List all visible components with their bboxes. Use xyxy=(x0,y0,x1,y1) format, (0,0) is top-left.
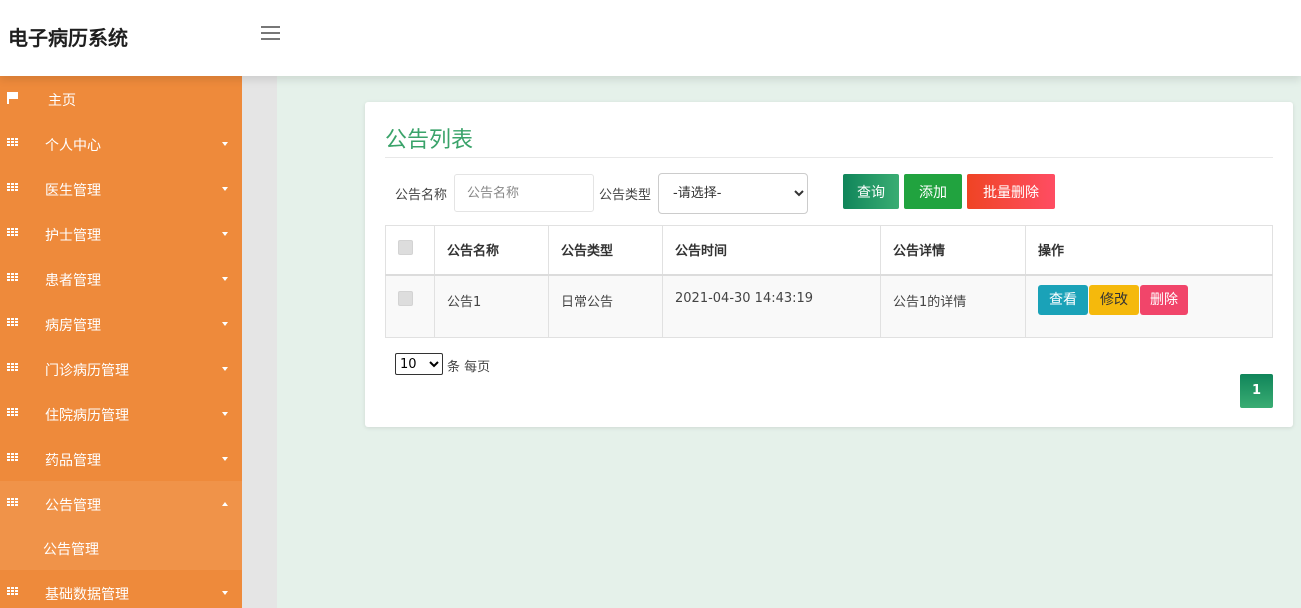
grid-icon xyxy=(7,183,19,193)
notice-type-select[interactable]: -请选择- xyxy=(658,173,808,214)
caret-down-icon xyxy=(222,142,228,146)
sidebar-subitem-notice-management[interactable]: 公告管理 xyxy=(0,526,242,570)
top-header: 电子病历系统 xyxy=(0,0,1301,76)
sidebar-item-label: 护士管理 xyxy=(45,228,101,244)
column-header[interactable]: 公告详情 xyxy=(880,225,1026,276)
select-all-checkbox[interactable] xyxy=(398,240,413,256)
caret-down-icon xyxy=(222,412,228,416)
sidebar-item-label: 门诊病历管理 xyxy=(45,363,129,379)
grid-icon xyxy=(7,408,19,418)
notice-time-cell: 2021-04-30 14:43:19 xyxy=(662,274,881,338)
table-row: 公告1 日常公告 2021-04-30 14:43:19 公告1的详情 查看 修改… xyxy=(385,274,1273,338)
sidebar-item-notice-management[interactable]: 公告管理 xyxy=(0,481,242,526)
notice-name-input[interactable] xyxy=(454,174,594,212)
column-header[interactable]: 公告名称 xyxy=(434,225,549,276)
add-button[interactable]: 添加 xyxy=(904,174,962,209)
sidebar-item-label: 公告管理 xyxy=(45,498,101,514)
grid-icon xyxy=(7,587,19,597)
column-header: 操作 xyxy=(1025,225,1273,276)
batch-delete-button[interactable]: 批量删除 xyxy=(967,174,1055,209)
hamburger-icon[interactable] xyxy=(261,26,281,42)
view-button[interactable]: 查看 xyxy=(1038,284,1088,315)
caret-down-icon xyxy=(222,277,228,281)
sidebar-item-label: 药品管理 xyxy=(45,453,101,469)
grid-icon xyxy=(7,318,19,328)
notice-name-cell: 公告1 xyxy=(434,274,549,338)
sidebar-item-label: 住院病历管理 xyxy=(45,408,129,424)
sidebar-item-personal-center[interactable]: 个人中心 xyxy=(0,121,242,166)
page-button-1[interactable]: 1 xyxy=(1240,374,1273,408)
sidebar-item-patient-management[interactable]: 患者管理 xyxy=(0,256,242,301)
sidebar-rail xyxy=(242,76,277,608)
caret-down-icon xyxy=(222,322,228,326)
sidebar-item-label: 医生管理 xyxy=(45,183,101,199)
grid-icon xyxy=(7,453,19,463)
row-checkbox[interactable] xyxy=(398,290,413,306)
edit-button[interactable]: 修改 xyxy=(1089,284,1139,315)
sidebar-item-nurse-management[interactable]: 护士管理 xyxy=(0,211,242,256)
notice-list-panel: 公告列表 公告名称 公告类型 -请选择- 查询 添加 批量删除 公告名称 公告类… xyxy=(365,102,1293,427)
caret-down-icon xyxy=(222,367,228,371)
actions-cell: 查看 修改 删除 xyxy=(1025,274,1273,338)
sidebar-item-ward-management[interactable]: 病房管理 xyxy=(0,301,242,346)
notice-table: 公告名称 公告类型 公告时间 公告详情 操作 公告1 日常公告 2021-04-… xyxy=(385,225,1273,338)
sidebar-item-label: 主页 xyxy=(48,93,76,109)
sidebar-item-base-data-management[interactable]: 基础数据管理 xyxy=(0,570,242,608)
grid-icon xyxy=(7,363,19,373)
sidebar-item-home[interactable]: 主页 xyxy=(0,76,242,121)
caret-down-icon xyxy=(222,187,228,191)
caret-down-icon xyxy=(222,591,228,595)
caret-down-icon xyxy=(222,457,228,461)
caret-down-icon xyxy=(222,232,228,236)
notice-type-label: 公告类型 xyxy=(599,188,652,203)
sidebar-item-label: 患者管理 xyxy=(45,273,101,289)
sidebar-item-inpatient-records[interactable]: 住院病历管理 xyxy=(0,391,242,436)
row-select-cell xyxy=(385,274,435,338)
sidebar-item-drug-management[interactable]: 药品管理 xyxy=(0,436,242,481)
sidebar-item-outpatient-records[interactable]: 门诊病历管理 xyxy=(0,346,242,391)
query-button[interactable]: 查询 xyxy=(843,174,899,209)
grid-icon xyxy=(7,498,19,508)
page-size-text: 条 每页 xyxy=(447,360,491,375)
sidebar-subitem-label: 公告管理 xyxy=(43,542,99,558)
sidebar-item-label: 基础数据管理 xyxy=(45,587,129,603)
sidebar-item-doctor-management[interactable]: 医生管理 xyxy=(0,166,242,211)
notice-detail-cell: 公告1的详情 xyxy=(880,274,1026,338)
column-header[interactable]: 公告类型 xyxy=(548,225,663,276)
table-header-row: 公告名称 公告类型 公告时间 公告详情 操作 xyxy=(385,225,1273,276)
sidebar: 主页 个人中心 医生管理 护士管理 患者管理 病房管理 门诊病历管理 住院病历管… xyxy=(0,76,242,608)
select-all-cell xyxy=(385,225,435,276)
column-header[interactable]: 公告时间 xyxy=(662,225,881,276)
title-divider xyxy=(385,157,1273,158)
grid-icon xyxy=(7,228,19,238)
grid-icon xyxy=(7,138,19,148)
sidebar-item-label: 病房管理 xyxy=(45,318,101,334)
delete-button[interactable]: 删除 xyxy=(1140,284,1188,315)
sidebar-item-label: 个人中心 xyxy=(45,138,101,154)
notice-type-cell: 日常公告 xyxy=(548,274,663,338)
page-size-select[interactable]: 10 xyxy=(395,353,443,375)
page-title: 公告列表 xyxy=(385,128,474,153)
caret-up-icon xyxy=(222,502,228,506)
flag-icon xyxy=(7,92,19,104)
app-brand: 电子病历系统 xyxy=(8,26,128,50)
notice-name-label: 公告名称 xyxy=(395,188,448,203)
grid-icon xyxy=(7,273,19,283)
